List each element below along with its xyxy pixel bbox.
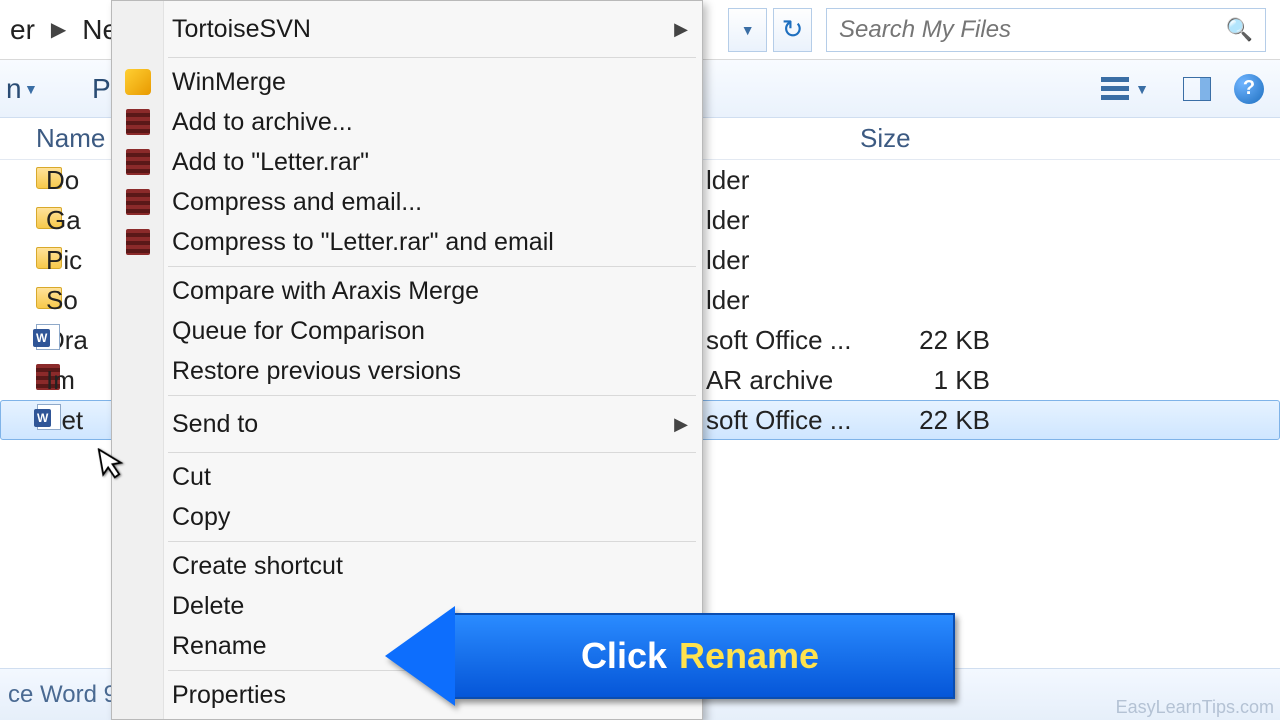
callout-body: Click Rename <box>445 613 955 699</box>
menu-compare-araxis[interactable]: Compare with Araxis Merge <box>112 271 702 311</box>
submenu-arrow-icon: ▶ <box>674 19 688 40</box>
menu-label: Copy <box>172 503 230 532</box>
file-type: soft Office ... <box>706 325 851 356</box>
search-box[interactable]: 🔍 <box>826 8 1266 52</box>
menu-label: Cut <box>172 463 211 492</box>
menu-label: Restore previous versions <box>172 357 461 386</box>
word-icon <box>1 404 37 437</box>
rar-icon <box>122 186 154 218</box>
folder-icon <box>0 165 36 196</box>
file-type: lder <box>706 165 749 196</box>
menu-restore-versions[interactable]: Restore previous versions <box>112 351 702 391</box>
toolbar-left2-partial[interactable]: P <box>92 73 111 105</box>
address-dropdown-button[interactable]: ▼ <box>728 8 767 52</box>
menu-label: TortoiseSVN <box>172 15 311 44</box>
rar-icon <box>122 226 154 258</box>
file-type: lder <box>706 245 749 276</box>
file-size: 1 KB <box>900 365 990 396</box>
menu-separator <box>168 541 696 542</box>
menu-send-to[interactable]: Send to ▶ <box>112 400 702 448</box>
file-type: lder <box>706 205 749 236</box>
folder-icon <box>0 285 36 316</box>
file-name: Im <box>36 365 114 396</box>
file-name: Pic <box>36 245 114 276</box>
folder-icon <box>0 245 36 276</box>
view-options-button[interactable]: ▼ <box>1090 70 1160 108</box>
help-button[interactable]: ? <box>1234 74 1264 104</box>
column-size[interactable]: Size <box>860 123 1010 154</box>
search-icon[interactable]: 🔍 <box>1226 17 1253 43</box>
menu-copy[interactable]: Copy <box>112 497 702 537</box>
menu-separator <box>168 395 696 396</box>
menu-separator <box>168 266 696 267</box>
chevron-down-icon: ▼ <box>1135 81 1149 97</box>
file-type: soft Office ... <box>706 405 851 436</box>
toolbar-dropdown-icon[interactable]: ▼ <box>24 81 38 97</box>
menu-label: Compress and email... <box>172 188 422 217</box>
menu-create-shortcut[interactable]: Create shortcut <box>112 546 702 586</box>
menu-label: WinMerge <box>172 68 286 97</box>
menu-label: Create shortcut <box>172 552 343 581</box>
menu-add-archive[interactable]: Add to archive... <box>112 102 702 142</box>
menu-label: Add to archive... <box>172 108 353 137</box>
menu-tortoisesvn[interactable]: TortoiseSVN ▶ <box>112 5 702 53</box>
folder-icon <box>0 205 36 236</box>
file-name: So <box>36 285 114 316</box>
callout-text-2: Rename <box>679 635 819 677</box>
winmerge-icon <box>122 66 154 98</box>
submenu-arrow-icon: ▶ <box>674 414 688 435</box>
file-type: AR archive <box>706 365 833 396</box>
preview-pane-icon <box>1183 77 1211 101</box>
menu-winmerge[interactable]: WinMerge <box>112 62 702 102</box>
breadcrumb-seg-1[interactable]: er <box>0 14 45 46</box>
list-view-icon <box>1101 77 1129 101</box>
breadcrumb-arrow-icon[interactable]: ▶ <box>45 17 72 42</box>
file-name: Do <box>36 165 114 196</box>
menu-separator <box>168 452 696 453</box>
file-size: 22 KB <box>900 325 990 356</box>
file-type: lder <box>706 285 749 316</box>
rar-icon <box>122 106 154 138</box>
refresh-button[interactable]: ↻ <box>773 8 812 52</box>
menu-label: Properties <box>172 681 286 710</box>
file-size: 22 KB <box>900 405 990 436</box>
menu-label: Add to "Letter.rar" <box>172 148 369 177</box>
callout-text-1: Click <box>581 635 667 677</box>
watermark: EasyLearnTips.com <box>1116 697 1274 718</box>
menu-label: Queue for Comparison <box>172 317 425 346</box>
word-icon <box>0 324 36 357</box>
arrow-left-icon <box>385 606 455 706</box>
menu-compress-email[interactable]: Compress and email... <box>112 182 702 222</box>
rar-icon <box>122 146 154 178</box>
preview-pane-button[interactable] <box>1172 70 1222 108</box>
tutorial-callout: Click Rename <box>385 606 955 706</box>
menu-label: Delete <box>172 592 244 621</box>
menu-label: Rename <box>172 632 267 661</box>
menu-compress-letter-email[interactable]: Compress to "Letter.rar" and email <box>112 222 702 262</box>
menu-label: Send to <box>172 410 258 439</box>
menu-add-letter-rar[interactable]: Add to "Letter.rar" <box>112 142 702 182</box>
toolbar-left-partial[interactable]: n <box>6 73 22 105</box>
menu-separator <box>168 57 696 58</box>
file-name: Ga <box>36 205 114 236</box>
tortoisesvn-icon <box>122 13 154 45</box>
rar-icon <box>0 364 36 397</box>
menu-cut[interactable]: Cut <box>112 457 702 497</box>
search-input[interactable] <box>839 16 1226 44</box>
menu-queue-compare[interactable]: Queue for Comparison <box>112 311 702 351</box>
menu-label: Compare with Araxis Merge <box>172 277 479 306</box>
menu-label: Compress to "Letter.rar" and email <box>172 228 554 257</box>
